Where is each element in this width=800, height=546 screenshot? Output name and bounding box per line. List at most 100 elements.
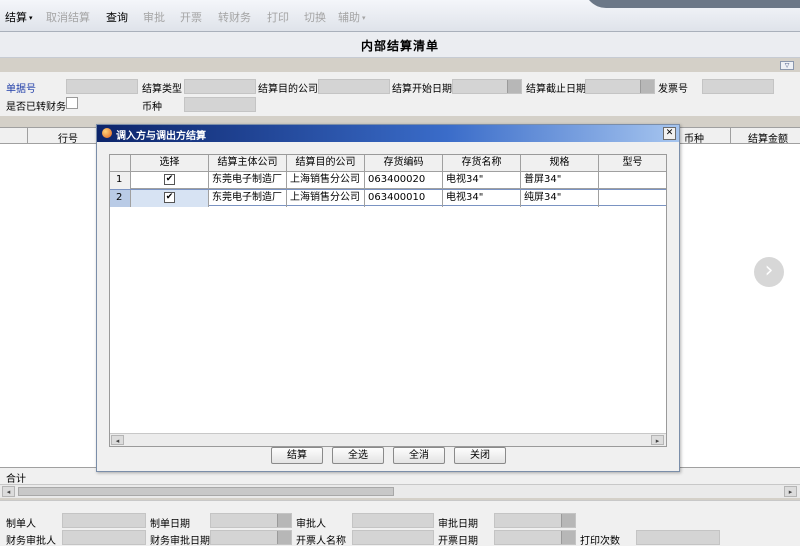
page-title-bar: 内部结算清单 xyxy=(0,32,800,58)
scroll-thumb[interactable] xyxy=(18,487,394,496)
calendar-dropdown-icon[interactable] xyxy=(640,80,654,93)
target-company-cell: 上海销售分公司 xyxy=(287,190,365,207)
amount-header[interactable]: 结算金额 xyxy=(748,130,788,145)
fin-approver-label: 财务审批人 xyxy=(6,536,56,546)
cancel-all-button[interactable]: 全消 xyxy=(393,447,445,464)
calendar-dropdown-icon[interactable] xyxy=(561,531,575,544)
target-company-label: 结算目的公司 xyxy=(258,84,318,95)
name-cell: 电视34" xyxy=(443,172,521,189)
approve-date-input[interactable] xyxy=(494,513,576,528)
maker-input[interactable] xyxy=(62,513,146,528)
approver-label: 审批人 xyxy=(296,519,326,530)
footer-form: 制单人 制单日期 审批人 审批日期 财务审批人 财务审批日期 开票人名称 开票日… xyxy=(0,500,800,546)
model-cell xyxy=(599,172,666,189)
currency-select[interactable] xyxy=(184,97,256,112)
start-date-input[interactable] xyxy=(452,79,522,94)
main-horizontal-scrollbar[interactable]: ◂ ▸ xyxy=(0,484,800,498)
invoice-no-label: 发票号 xyxy=(658,84,688,95)
col-target-company-header[interactable]: 结算目的公司 xyxy=(287,155,365,172)
settle-type-label: 结算类型 xyxy=(142,84,182,95)
fin-approver-input[interactable] xyxy=(62,530,146,545)
title-deco xyxy=(584,0,800,8)
dialog-horizontal-scrollbar[interactable]: ◂ ▸ xyxy=(110,433,666,446)
app-icon xyxy=(102,128,112,138)
close-icon[interactable]: ✕ xyxy=(663,127,676,140)
approve-button[interactable]: 审批 xyxy=(143,9,165,25)
row-no-header[interactable]: 行号 xyxy=(58,130,78,145)
table-row[interactable]: 2 ✔ 东莞电子制造厂 上海销售分公司 063400010 电视34" 纯屏34… xyxy=(110,189,666,207)
scroll-left-icon[interactable]: ◂ xyxy=(2,486,15,497)
settle-type-select[interactable] xyxy=(184,79,256,94)
dialog-title-bar[interactable]: 调入方与调出方结算 ✕ xyxy=(97,125,679,142)
target-company-input[interactable] xyxy=(318,79,390,94)
filter-form: 单据号 结算类型 结算目的公司 结算开始日期 结算截止日期 发票号 是否已转财务… xyxy=(0,72,800,116)
col-code-header[interactable]: 存货编码 xyxy=(365,155,443,172)
collapse-toggle-icon[interactable]: ▽ xyxy=(780,61,794,70)
dialog-title: 调入方与调出方结算 xyxy=(116,131,206,142)
invoice-button[interactable]: 开票 xyxy=(180,9,202,25)
table-row[interactable]: 1 ✔ 东莞电子制造厂 上海销售分公司 063400020 电视34" 普屏34… xyxy=(110,172,666,189)
settle-menu[interactable]: 结算 ▾ xyxy=(5,9,33,25)
select-all-button[interactable]: 全选 xyxy=(332,447,384,464)
make-date-input[interactable] xyxy=(210,513,292,528)
print-button[interactable]: 打印 xyxy=(267,9,289,25)
currency-header[interactable]: 币种 xyxy=(684,130,704,145)
invoicer-label: 开票人名称 xyxy=(296,536,346,546)
calendar-dropdown-icon[interactable] xyxy=(277,514,291,527)
invoicer-input[interactable] xyxy=(352,530,434,545)
col-model-header[interactable]: 型号 xyxy=(599,155,666,172)
main-company-cell: 东莞电子制造厂 xyxy=(209,172,287,189)
chevron-down-icon: ▾ xyxy=(29,14,33,22)
col-name-header[interactable]: 存货名称 xyxy=(443,155,521,172)
print-count-input[interactable] xyxy=(636,530,720,545)
col-main-company-header[interactable]: 结算主体公司 xyxy=(209,155,287,172)
transferred-checkbox[interactable] xyxy=(66,97,78,109)
name-cell: 电视34" xyxy=(443,190,521,207)
scroll-right-icon[interactable]: ▸ xyxy=(784,486,797,497)
calendar-dropdown-icon[interactable] xyxy=(561,514,575,527)
switch-button[interactable]: 切换 xyxy=(304,9,326,25)
toolbar: 结算 ▾ 取消结算 查询 审批 开票 转财务 打印 切换 辅助 ▾ xyxy=(0,0,800,32)
invoice-date-input[interactable] xyxy=(494,530,576,545)
col-select-header[interactable]: 选择 xyxy=(131,155,209,172)
dialog-grid-header: 选择 结算主体公司 结算目的公司 存货编码 存货名称 规格 型号 xyxy=(110,155,666,172)
approve-date-label: 审批日期 xyxy=(438,519,478,530)
next-arrow-icon[interactable]: › xyxy=(754,257,784,287)
assist-menu[interactable]: 辅助 ▾ xyxy=(338,9,366,25)
grid-divider xyxy=(730,127,731,144)
end-date-input[interactable] xyxy=(585,79,655,94)
maker-label: 制单人 xyxy=(6,519,36,530)
code-cell: 063400010 xyxy=(365,190,443,207)
row-checkbox[interactable]: ✔ xyxy=(164,192,175,203)
code-cell: 063400020 xyxy=(365,172,443,189)
fin-approve-date-label: 财务审批日期 xyxy=(150,536,210,546)
row-number: 1 xyxy=(110,172,131,189)
main-company-cell: 东莞电子制造厂 xyxy=(209,190,287,207)
close-button[interactable]: 关闭 xyxy=(454,447,506,464)
transfer-finance-button[interactable]: 转财务 xyxy=(218,9,251,25)
col-spec-header[interactable]: 规格 xyxy=(521,155,599,172)
select-cell[interactable]: ✔ xyxy=(131,190,209,207)
approver-input[interactable] xyxy=(352,513,434,528)
calendar-dropdown-icon[interactable] xyxy=(277,531,291,544)
query-button[interactable]: 查询 xyxy=(106,9,128,25)
settle-button[interactable]: 结算 xyxy=(271,447,323,464)
bill-no-input[interactable] xyxy=(66,79,138,94)
target-company-cell: 上海销售分公司 xyxy=(287,172,365,189)
scroll-left-icon[interactable]: ◂ xyxy=(111,435,124,445)
invoice-no-input[interactable] xyxy=(702,79,774,94)
scroll-right-icon[interactable]: ▸ xyxy=(651,435,664,445)
fin-approve-date-input[interactable] xyxy=(210,530,292,545)
make-date-label: 制单日期 xyxy=(150,519,190,530)
calendar-dropdown-icon[interactable] xyxy=(507,80,521,93)
page-title: 内部结算清单 xyxy=(360,39,439,53)
cancel-settle-button[interactable]: 取消结算 xyxy=(46,9,90,25)
invoice-date-label: 开票日期 xyxy=(438,536,478,546)
grid-divider xyxy=(27,127,28,144)
row-number: 2 xyxy=(110,190,131,207)
start-date-label: 结算开始日期 xyxy=(392,84,452,95)
settlement-dialog: 调入方与调出方结算 ✕ 选择 结算主体公司 结算目的公司 存货编码 存货名称 规… xyxy=(96,124,680,472)
row-checkbox[interactable]: ✔ xyxy=(164,174,175,185)
total-label: 合计 xyxy=(6,474,26,485)
select-cell[interactable]: ✔ xyxy=(131,172,209,189)
